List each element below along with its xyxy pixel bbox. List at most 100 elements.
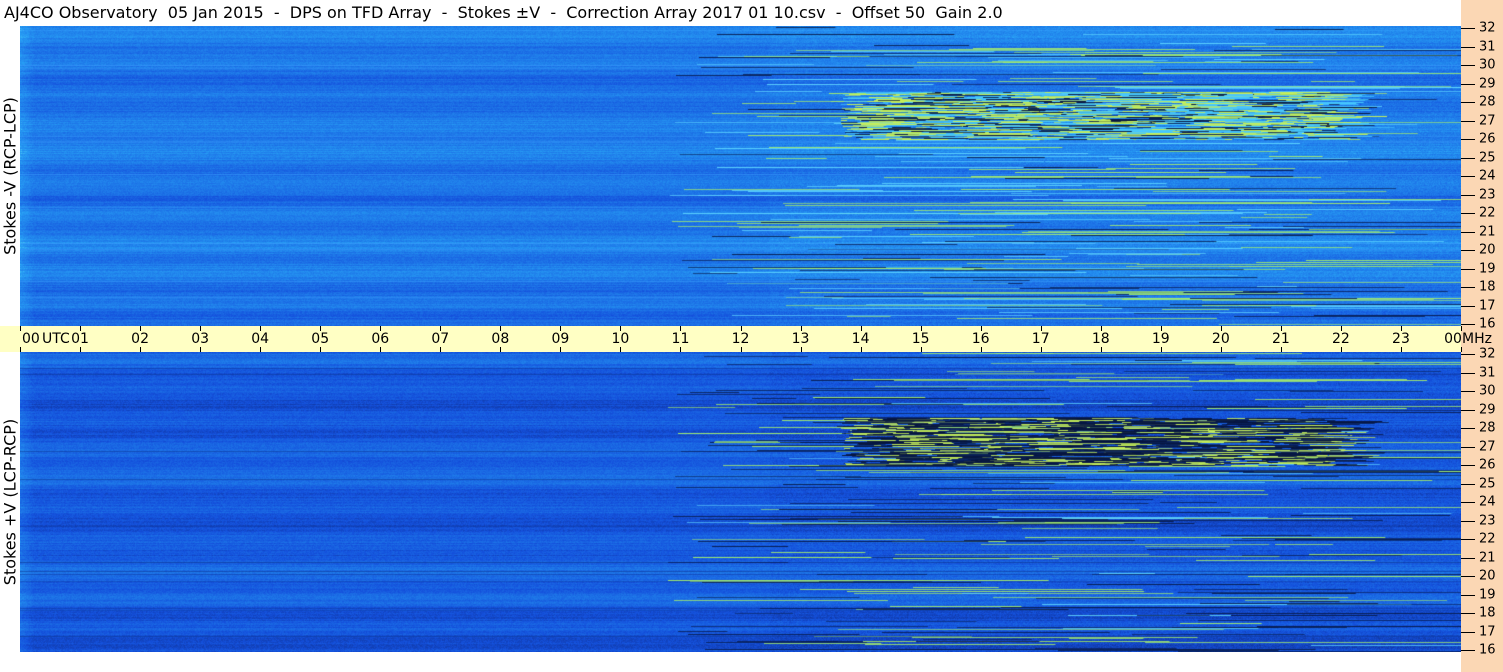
bottom-freq-tick-label: 32	[1479, 346, 1496, 362]
time-tick-label: 21	[1271, 331, 1290, 347]
bottom-freq-tick-mark	[1461, 446, 1475, 448]
bottom-freq-tick-label: 26	[1479, 457, 1496, 473]
top-freq-tick-mark	[1461, 28, 1475, 29]
top-freq-tick-label: 16	[1479, 316, 1496, 332]
top-freq-tick-mark	[1461, 194, 1475, 196]
bottom-freq-tick-mark	[1461, 594, 1475, 596]
top-freq-tick-mark	[1461, 268, 1475, 270]
top-panel-ylabel-text: Stokes -V (RCP-LCP)	[0, 97, 20, 255]
bottom-freq-tick-label: 25	[1479, 476, 1496, 491]
time-tick-label: 00	[1444, 331, 1462, 347]
top-freq-tick-mark	[1461, 46, 1475, 48]
time-tick-label: 06	[371, 331, 390, 347]
bottom-freq-tick-label: 20	[1479, 568, 1496, 584]
bottom-freq-tick-label: 23	[1479, 513, 1496, 528]
top-freq-tick-label: 21	[1479, 224, 1496, 239]
bottom-freq-tick-mark	[1461, 613, 1475, 614]
time-tick-label: 13	[791, 331, 810, 347]
top-freq-tick-mark	[1461, 139, 1475, 140]
time-tick-label: 18	[1091, 331, 1110, 347]
time-tick-label: 23	[1392, 331, 1410, 347]
top-freq-tick-label: 31	[1479, 39, 1496, 54]
time-tick-label: 14	[851, 331, 870, 347]
mhz-unit-label: MHz	[1462, 331, 1492, 347]
bottom-freq-tick-mark	[1461, 539, 1475, 540]
time-tick-label: 17	[1031, 331, 1050, 347]
time-tick-label: 03	[191, 331, 210, 347]
top-freq-tick-label: 26	[1479, 131, 1496, 147]
bottom-freq-tick-mark	[1461, 557, 1475, 559]
bottom-freq-tick-mark	[1461, 650, 1475, 651]
time-tick-label: 00	[22, 331, 40, 347]
bottom-freq-tick-mark	[1461, 372, 1475, 374]
top-freq-tick-mark	[1461, 231, 1475, 233]
top-freq-tick-label: 25	[1479, 150, 1496, 165]
time-tick-label: 12	[731, 331, 750, 347]
time-tick-mark	[1461, 347, 1462, 352]
top-freq-tick-label: 19	[1479, 261, 1496, 276]
top-freq-tick-mark	[1461, 176, 1475, 177]
bottom-freq-tick-label: 27	[1479, 439, 1496, 454]
bottom-freq-tick-label: 21	[1479, 550, 1496, 565]
top-freq-tick-mark	[1461, 65, 1475, 66]
top-freq-tick-mark	[1461, 157, 1475, 159]
top-freq-tick-label: 28	[1479, 94, 1496, 110]
top-freq-tick-mark	[1461, 324, 1475, 325]
top-freq-tick-mark	[1461, 250, 1475, 251]
top-freq-tick-mark	[1461, 120, 1475, 122]
top-freq-tick-label: 29	[1479, 76, 1496, 91]
bottom-freq-tick-label: 18	[1479, 605, 1496, 621]
utc-time-axis: MHz 00 01 02 03 04 05 06 07 08 09 10 11 12 13 14 15 16 17…	[0, 326, 1492, 352]
time-tick-label: 04	[251, 331, 270, 347]
time-tick-label: 10	[611, 331, 630, 347]
top-freq-tick-label: 27	[1479, 113, 1496, 128]
bottom-freq-tick-mark	[1461, 465, 1475, 466]
bottom-freq-tick-mark	[1461, 483, 1475, 485]
top-freq-tick-label: 18	[1479, 279, 1496, 295]
top-spectrogram-canvas	[20, 26, 1461, 326]
bottom-freq-tick-mark	[1461, 391, 1475, 392]
bottom-panel-ylabel-text: Stokes +V (LCP-RCP)	[0, 418, 20, 586]
spectrogram-title: AJ4CO Observatory 05 Jan 2015 - DPS on T…	[0, 0, 1465, 26]
bottom-spectrogram	[20, 352, 1461, 652]
bottom-freq-tick-label: 19	[1479, 587, 1496, 602]
top-freq-tick-label: 20	[1479, 242, 1496, 258]
bottom-freq-tick-mark	[1461, 354, 1475, 355]
top-freq-tick-label: 22	[1479, 205, 1496, 221]
top-freq-tick-label: 24	[1479, 168, 1496, 184]
top-freq-tick-label: 23	[1479, 187, 1496, 202]
bottom-freq-tick-label: 29	[1479, 402, 1496, 417]
bottom-spectrogram-canvas	[20, 352, 1461, 652]
top-freq-tick-label: 30	[1479, 57, 1496, 73]
bottom-freq-tick-label: 24	[1479, 494, 1496, 510]
bottom-freq-tick-mark	[1461, 631, 1475, 633]
time-tick-label: 19	[1151, 331, 1170, 347]
time-tick-mark	[20, 326, 21, 331]
time-tick-label: 11	[671, 331, 690, 347]
bottom-panel-ylabel: Stokes +V (LCP-RCP)	[0, 352, 20, 652]
top-spectrogram	[20, 26, 1461, 326]
time-tick-label: 01	[71, 331, 89, 347]
bottom-freq-tick-mark	[1461, 409, 1475, 411]
bottom-freq-tick-mark	[1461, 502, 1475, 503]
bottom-freq-tick-label: 22	[1479, 531, 1496, 547]
time-tick-label: 22	[1331, 331, 1350, 347]
time-tick-label: 02	[131, 331, 149, 347]
bottom-freq-tick-mark	[1461, 428, 1475, 429]
top-panel-ylabel: Stokes -V (RCP-LCP)	[0, 26, 20, 326]
time-tick-label: 05	[311, 331, 330, 347]
top-freq-tick-mark	[1461, 287, 1475, 288]
top-freq-tick-mark	[1461, 213, 1475, 214]
time-tick-label: 09	[551, 331, 570, 347]
top-freq-tick-label: 32	[1479, 20, 1496, 36]
bottom-freq-tick-label: 31	[1479, 365, 1496, 380]
bottom-freq-tick-mark	[1461, 520, 1475, 522]
bottom-freq-tick-label: 30	[1479, 383, 1496, 399]
time-tick-label: 15	[911, 331, 930, 347]
time-tick-label: 16	[971, 331, 990, 347]
time-tick-label: 08	[491, 331, 510, 347]
utc-label: UTC	[42, 331, 70, 347]
top-freq-tick-label: 17	[1479, 298, 1496, 313]
time-tick-label: 07	[431, 331, 450, 347]
bottom-freq-tick-mark	[1461, 576, 1475, 577]
